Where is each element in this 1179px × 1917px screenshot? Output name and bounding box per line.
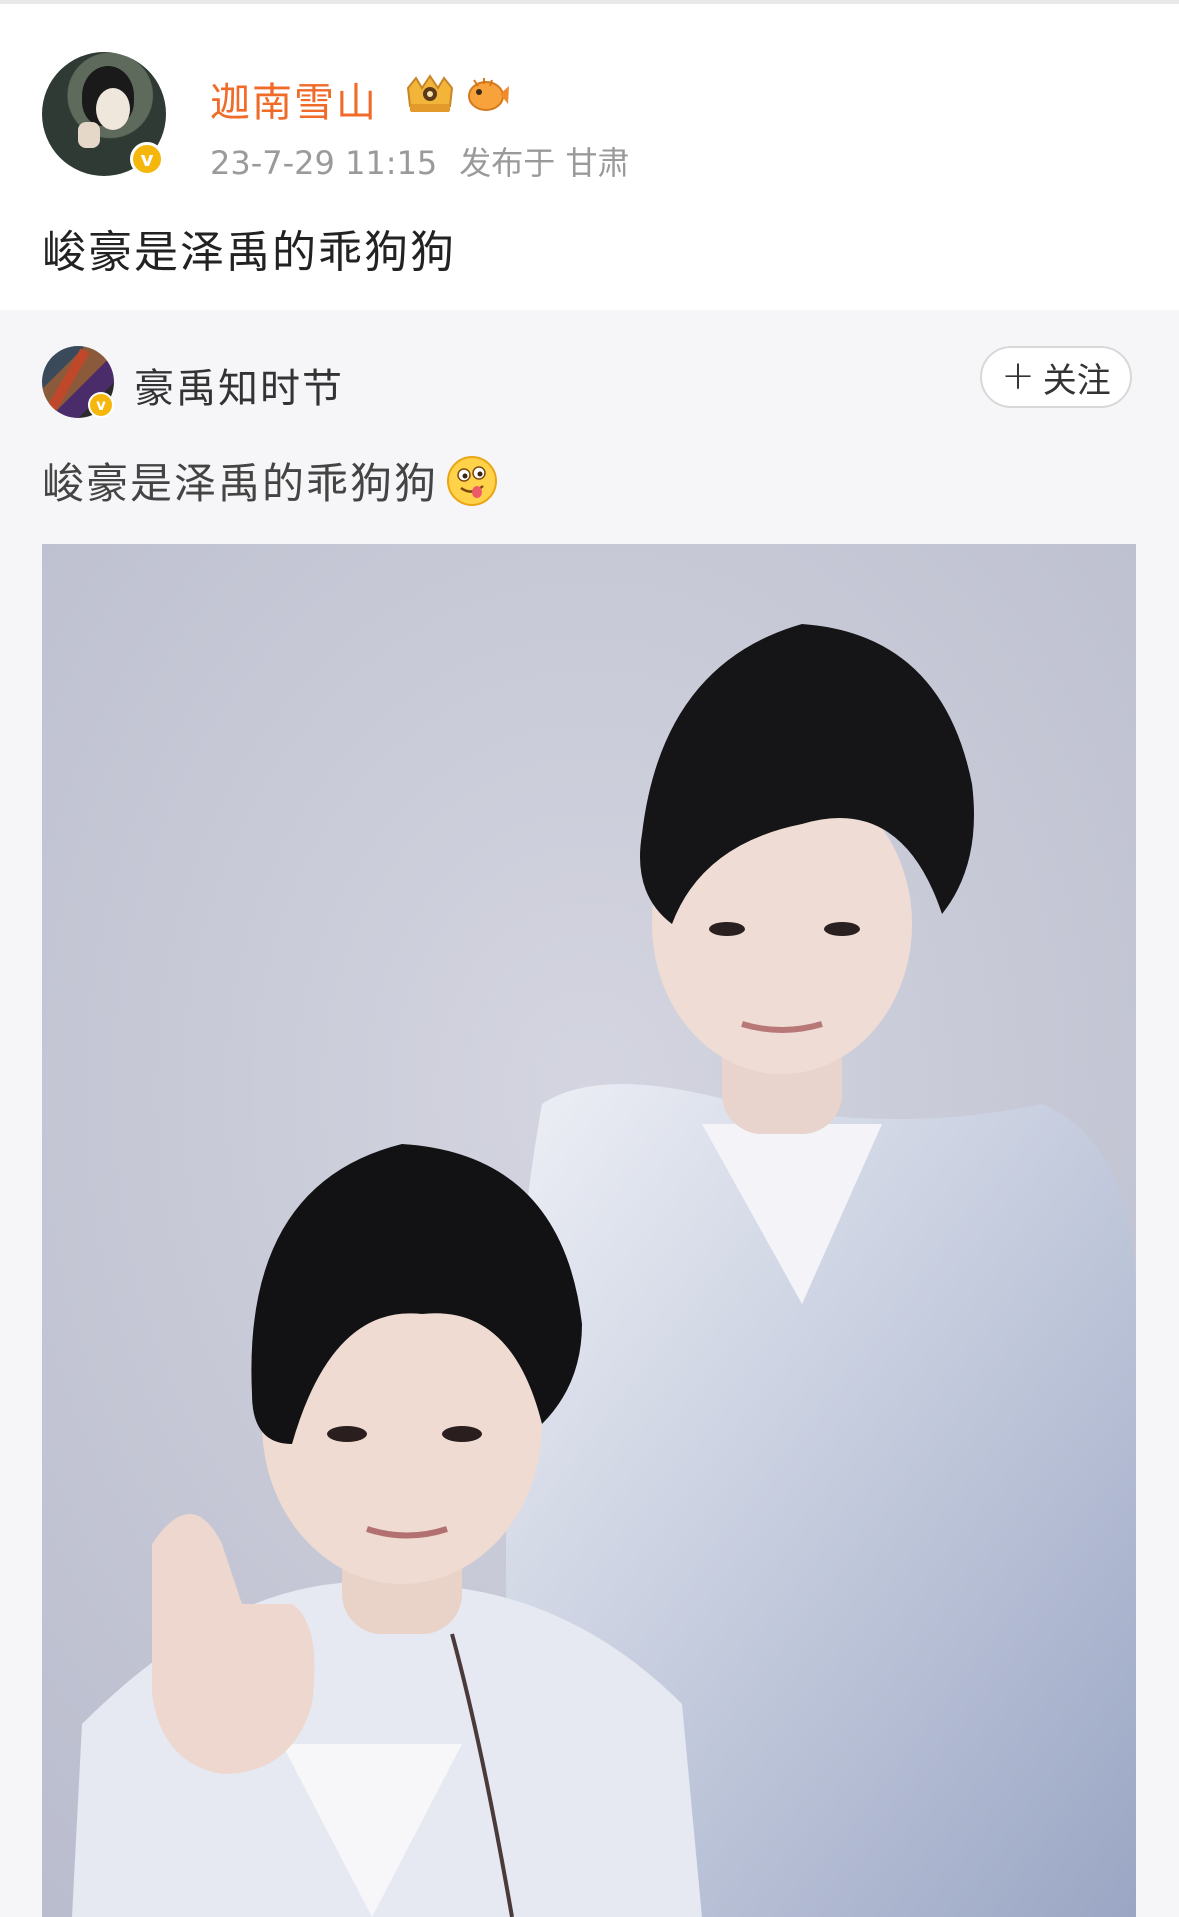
fish-badge-icon[interactable] <box>464 74 510 114</box>
follow-label: 关注 <box>1042 360 1111 401</box>
post-card: v 迦南雪山 23-7-29 11:15 发布于 甘肃 峻豪是泽禹的乖狗狗 <box>0 4 1179 310</box>
retweet-verified-badge-icon: v <box>88 392 114 418</box>
author-name[interactable]: 迦南雪山 <box>210 70 378 128</box>
post-location: 发布于 甘肃 <box>459 144 630 182</box>
post-photo[interactable] <box>42 544 1136 1917</box>
post-timestamp: 23-7-29 11:15 <box>210 144 438 182</box>
retweet-author-name[interactable]: 豪禹知时节 <box>134 356 344 414</box>
verified-badge-icon: v <box>130 142 164 176</box>
plus-icon: + <box>1001 353 1035 399</box>
follow-button[interactable]: + 关注 <box>980 346 1132 408</box>
drooling-face-emoji-icon <box>447 455 498 506</box>
crown-badge-icon[interactable] <box>402 72 458 116</box>
post-text: 峻豪是泽禹的乖狗狗 <box>42 227 456 278</box>
retweet-text-row: 峻豪是泽禹的乖狗狗 <box>42 450 498 511</box>
retweet-card[interactable]: v 豪禹知时节 + 关注 峻豪是泽禹的乖狗狗 <box>0 310 1179 1917</box>
post-meta: 23-7-29 11:15 发布于 甘肃 <box>210 138 629 184</box>
retweet-text: 峻豪是泽禹的乖狗狗 <box>42 459 439 508</box>
